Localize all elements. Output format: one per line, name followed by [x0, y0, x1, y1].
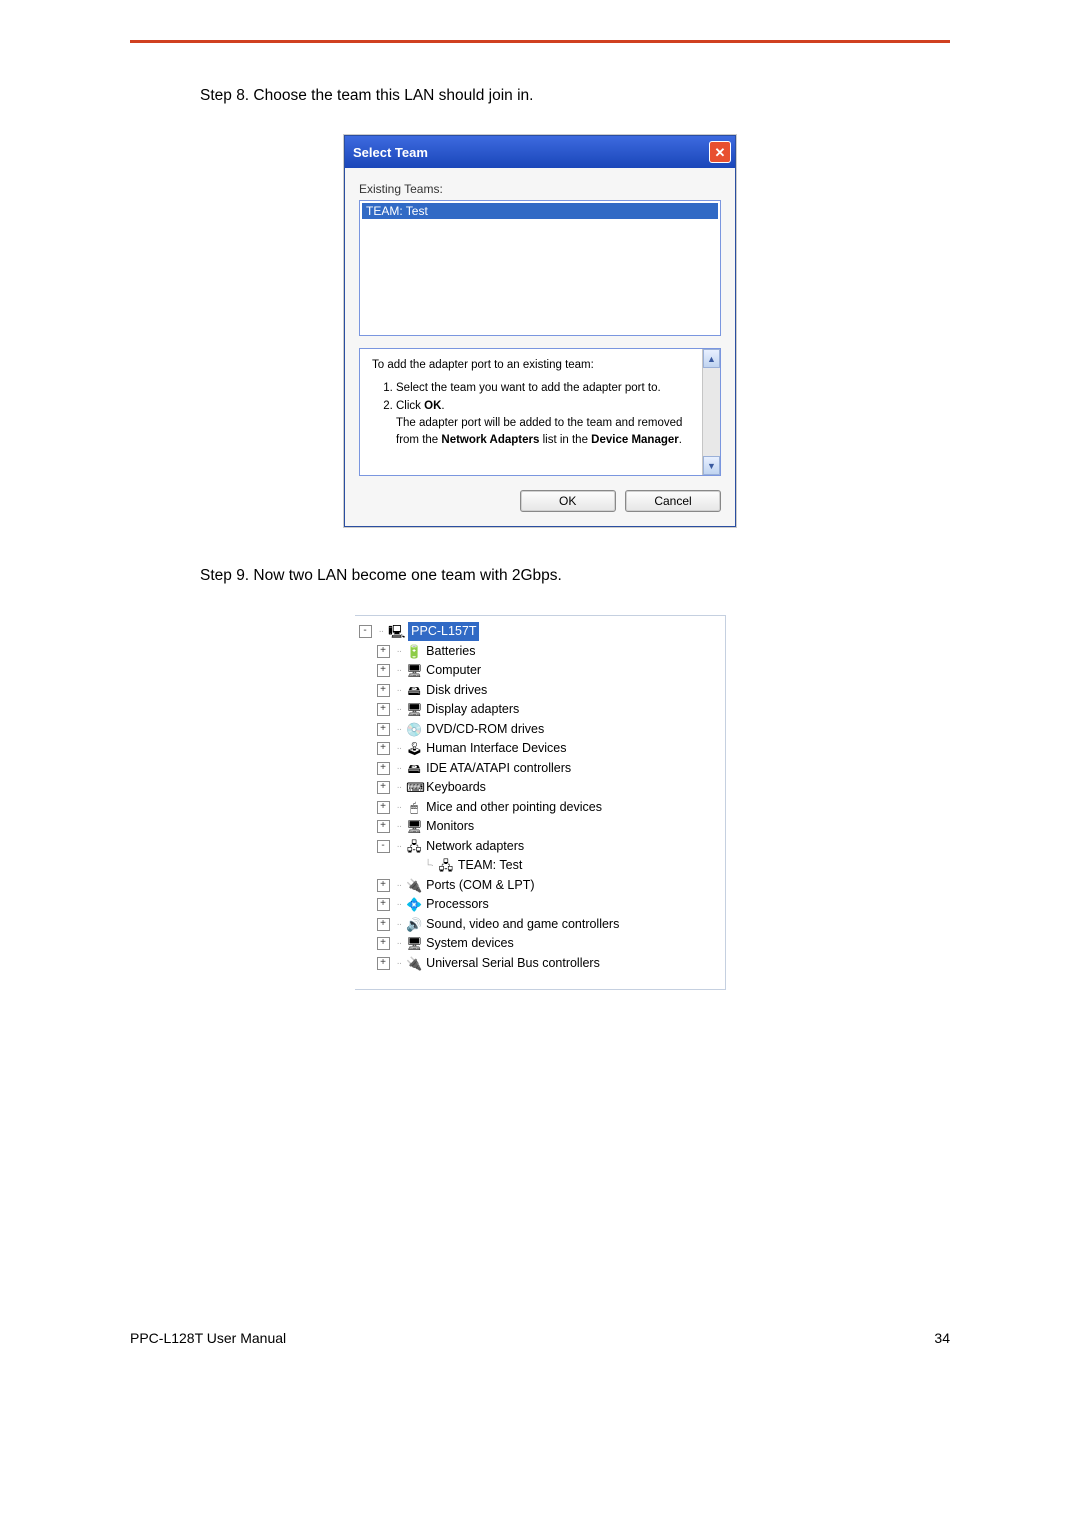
dialog-button-row: OK Cancel — [359, 490, 721, 512]
tree-item-label: Mice and other pointing devices — [426, 798, 602, 817]
collapse-icon[interactable]: - — [359, 625, 372, 638]
expand-icon[interactable]: + — [377, 918, 390, 931]
expand-icon[interactable]: + — [377, 762, 390, 775]
scroll-down-icon[interactable]: ▼ — [703, 456, 720, 475]
expand-icon[interactable]: + — [377, 801, 390, 814]
tree-item-label: Human Interface Devices — [426, 739, 566, 758]
tree-root[interactable]: - ·· 🖳 PPC-L157T — [355, 622, 725, 642]
device-icon: 🖥 — [406, 934, 422, 954]
device-icon: 🖥 — [406, 817, 422, 837]
device-icon: 🔋 — [406, 642, 422, 662]
tree-child-item[interactable]: └·🖧TEAM: Test — [355, 856, 725, 876]
tree-item-label: DVD/CD-ROM drives — [426, 720, 544, 739]
tree-root-label: PPC-L157T — [408, 622, 479, 641]
tree-item-label: Monitors — [426, 817, 474, 836]
tree-item[interactable]: +··🖥Display adapters — [355, 700, 725, 720]
device-icon: 🔌 — [406, 876, 422, 896]
info-text: To add the adapter port to an existing t… — [360, 349, 702, 475]
scroll-up-icon[interactable]: ▲ — [703, 349, 720, 368]
tree-item[interactable]: +··🖥Monitors — [355, 817, 725, 837]
cancel-button[interactable]: Cancel — [625, 490, 721, 512]
page-footer: PPC-L128T User Manual 34 — [130, 1330, 950, 1346]
tree-item[interactable]: +··🔋Batteries — [355, 642, 725, 662]
ok-button[interactable]: OK — [520, 490, 616, 512]
device-icon: 🖥 — [406, 700, 422, 720]
tree-item[interactable]: +··🖱Mice and other pointing devices — [355, 798, 725, 818]
tree-item-label: Keyboards — [426, 778, 486, 797]
page-top-rule — [130, 40, 950, 43]
select-team-dialog: Select Team ✕ Existing Teams: TEAM: Test… — [344, 135, 736, 527]
info-panel: To add the adapter port to an existing t… — [359, 348, 721, 476]
device-icon: ⌨ — [406, 778, 422, 798]
device-manager-tree: - ·· 🖳 PPC-L157T +··🔋Batteries+··🖥Comput… — [355, 615, 726, 990]
existing-teams-list[interactable]: TEAM: Test — [359, 200, 721, 336]
computer-icon: 🖳 — [388, 622, 404, 642]
step-8-text: Step 8. Choose the team this LAN should … — [200, 87, 950, 105]
device-icon: 🖧 — [438, 856, 454, 876]
expand-icon[interactable]: + — [377, 684, 390, 697]
tree-item-label: Universal Serial Bus controllers — [426, 954, 600, 973]
tree-item[interactable]: +··🔊Sound, video and game controllers — [355, 915, 725, 935]
close-icon[interactable]: ✕ — [709, 141, 731, 163]
expand-icon[interactable]: + — [377, 820, 390, 833]
tree-item-label: Network adapters — [426, 837, 524, 856]
tree-item-label: TEAM: Test — [458, 856, 522, 875]
expand-icon[interactable]: + — [377, 957, 390, 970]
tree-item[interactable]: +··💿DVD/CD-ROM drives — [355, 720, 725, 740]
device-icon: 🖥 — [406, 661, 422, 681]
existing-teams-label: Existing Teams: — [359, 182, 721, 196]
tree-item-label: IDE ATA/ATAPI controllers — [426, 759, 571, 778]
device-icon: 🖴 — [406, 681, 422, 701]
device-icon: 🖱 — [406, 798, 422, 818]
expand-icon[interactable]: + — [377, 898, 390, 911]
tree-item-label: Disk drives — [426, 681, 487, 700]
tree-item[interactable]: +··🔌Ports (COM & LPT) — [355, 876, 725, 896]
tree-item-label: Ports (COM & LPT) — [426, 876, 534, 895]
footer-page-number: 34 — [934, 1330, 950, 1346]
tree-spacer — [407, 860, 418, 871]
dialog-title-text: Select Team — [353, 145, 428, 160]
info-step-1: Select the team you want to add the adap… — [396, 380, 696, 397]
tree-item-label: System devices — [426, 934, 514, 953]
dialog-body: Existing Teams: TEAM: Test To add the ad… — [345, 168, 735, 526]
expand-icon[interactable]: + — [377, 664, 390, 677]
device-icon: 🔊 — [406, 915, 422, 935]
tree-item[interactable]: +··🕹Human Interface Devices — [355, 739, 725, 759]
tree-item-label: Computer — [426, 661, 481, 680]
tree-item[interactable]: +··🖴Disk drives — [355, 681, 725, 701]
collapse-icon[interactable]: - — [377, 840, 390, 853]
device-icon: 🖴 — [406, 759, 422, 779]
expand-icon[interactable]: + — [377, 742, 390, 755]
dialog-titlebar[interactable]: Select Team ✕ — [345, 136, 735, 168]
device-icon: 💿 — [406, 720, 422, 740]
device-icon: 🕹 — [406, 739, 422, 759]
info-intro: To add the adapter port to an existing t… — [372, 357, 696, 374]
tree-item[interactable]: -··🖧Network adapters — [355, 837, 725, 857]
device-icon: 💠 — [406, 895, 422, 915]
tree-item[interactable]: +··⌨Keyboards — [355, 778, 725, 798]
expand-icon[interactable]: + — [377, 645, 390, 658]
step-9-text: Step 9. Now two LAN become one team with… — [200, 567, 950, 585]
expand-icon[interactable]: + — [377, 703, 390, 716]
expand-icon[interactable]: + — [377, 879, 390, 892]
tree-item-label: Sound, video and game controllers — [426, 915, 619, 934]
tree-item[interactable]: +··💠Processors — [355, 895, 725, 915]
device-icon: 🖧 — [406, 837, 422, 857]
tree-item[interactable]: +··🖥System devices — [355, 934, 725, 954]
info-scrollbar[interactable]: ▲ ▼ — [702, 349, 720, 475]
tree-item[interactable]: +··🔌Universal Serial Bus controllers — [355, 954, 725, 974]
tree-item[interactable]: +··🖴IDE ATA/ATAPI controllers — [355, 759, 725, 779]
footer-manual-title: PPC-L128T User Manual — [130, 1330, 286, 1346]
expand-icon[interactable]: + — [377, 781, 390, 794]
list-item[interactable]: TEAM: Test — [362, 203, 718, 219]
expand-icon[interactable]: + — [377, 723, 390, 736]
tree-item[interactable]: +··🖥Computer — [355, 661, 725, 681]
expand-icon[interactable]: + — [377, 937, 390, 950]
tree-item-label: Batteries — [426, 642, 475, 661]
tree-item-label: Display adapters — [426, 700, 519, 719]
tree-item-label: Processors — [426, 895, 489, 914]
info-step-2: Click OK. The adapter port will be added… — [396, 398, 696, 448]
device-icon: 🔌 — [406, 954, 422, 974]
